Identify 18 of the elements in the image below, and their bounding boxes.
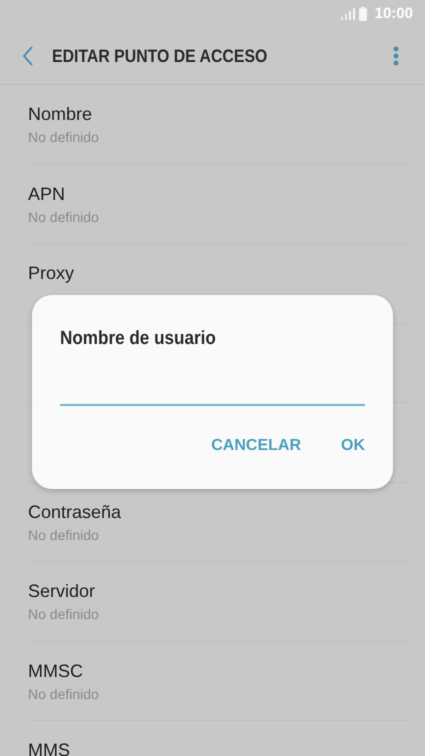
screen-title: EDITAR PUNTO DE ACCESO — [52, 44, 268, 68]
back-icon[interactable] — [22, 46, 34, 66]
setting-title[interactable]: APN — [28, 182, 412, 204]
setting-value: No definido — [28, 128, 100, 146]
setting-title[interactable]: Proxy — [28, 262, 412, 284]
setting-title[interactable]: Servidor — [28, 580, 412, 602]
setting-title[interactable]: Nombre — [28, 103, 412, 125]
setting-value: No definido — [28, 684, 100, 702]
signal-icon — [340, 8, 355, 20]
dialog-title: Nombre de usuario — [60, 327, 216, 351]
setting-title[interactable]: Contraseña — [28, 500, 412, 522]
setting-value: No definido — [28, 605, 100, 623]
setting-title[interactable]: MMS — [28, 739, 412, 756]
setting-title[interactable]: MMSC — [28, 660, 412, 682]
battery-icon — [358, 7, 367, 21]
setting-value: No definido — [28, 208, 100, 226]
more-options-icon[interactable] — [393, 46, 399, 66]
setting-value: No definido — [28, 526, 100, 544]
